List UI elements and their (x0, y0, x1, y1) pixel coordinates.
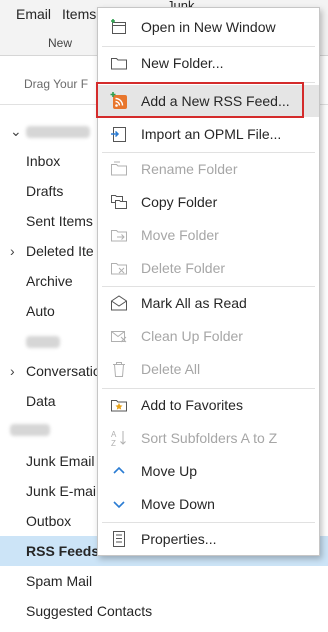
folder-label: Archive (26, 273, 73, 289)
opml-import-icon (111, 127, 126, 142)
menu-item-move-up[interactable]: Move Up (98, 455, 319, 487)
redacted-account-name (10, 424, 50, 437)
menu-item-label: Properties... (141, 531, 217, 547)
menu-item-properties[interactable]: Properties... (98, 523, 319, 555)
menu-item-label: Mark All as Read (141, 295, 247, 311)
folder-label: Drafts (26, 183, 64, 199)
redacted-account-name (26, 126, 90, 139)
rename-folder-icon (111, 161, 127, 176)
menu-item-sort-subfolders[interactable]: AZ Sort Subfolders A to Z (98, 422, 319, 454)
folder-label: Inbox (26, 153, 61, 169)
menu-item-rename-folder[interactable]: Rename Folder (98, 153, 319, 185)
menu-item-label: Move Down (141, 496, 215, 512)
menu-item-mark-all-as-read[interactable]: Mark All as Read (98, 287, 319, 319)
menu-item-move-folder[interactable]: Move Folder (98, 219, 319, 251)
properties-icon (113, 531, 125, 547)
menu-item-label: Delete All (141, 361, 201, 377)
folder-label: Suggested Contacts (26, 603, 153, 619)
sort-az-icon: AZ (111, 430, 126, 447)
delete-folder-icon (111, 263, 127, 275)
menu-item-label: Delete Folder (141, 260, 226, 276)
new-items-button[interactable]: Items (62, 6, 96, 22)
menu-item-label: Move Folder (141, 227, 219, 243)
folder-label: Auto (26, 303, 55, 319)
menu-item-delete-all[interactable]: Delete All (98, 353, 319, 385)
menu-item-label: New Folder... (141, 55, 224, 71)
folder-label: Conversatio (26, 363, 101, 379)
move-folder-icon (111, 230, 127, 242)
menu-item-clean-up-folder[interactable]: Clean Up Folder (98, 320, 319, 352)
folder-label: Spam Mail (26, 573, 93, 589)
new-email-button[interactable]: Email (16, 6, 51, 22)
svg-text:A: A (111, 430, 117, 439)
menu-item-label: Import an OPML File... (141, 126, 282, 142)
menu-item-delete-folder[interactable]: Delete Folder (98, 252, 319, 284)
new-window-icon (111, 19, 126, 34)
favorites-icon (111, 400, 127, 412)
menu-item-move-down[interactable]: Move Down (98, 488, 319, 520)
rss-add-icon (110, 92, 127, 109)
delete-all-icon (113, 362, 125, 377)
menu-item-label: Rename Folder (141, 161, 238, 177)
chevron-right-icon[interactable]: › (10, 356, 15, 386)
folder-context-menu: Open in New Window New Folder... Add a N… (96, 7, 320, 556)
chevron-expanded-icon: ⌄ (10, 123, 22, 139)
copy-folder-icon (111, 195, 127, 209)
menu-item-copy-folder[interactable]: Copy Folder (98, 186, 319, 218)
menu-item-label: Copy Folder (141, 194, 218, 210)
mark-read-icon (111, 295, 127, 311)
folder-icon (111, 58, 127, 70)
folder-label: Deleted Ite (26, 243, 94, 259)
svg-text:Z: Z (111, 439, 116, 447)
menu-item-label: Add to Favorites (141, 397, 243, 413)
redacted-folder-name (26, 336, 60, 349)
folder-label: Outbox (26, 513, 72, 529)
drag-hint: Drag Your F (24, 77, 89, 91)
menu-separator (102, 82, 315, 83)
folder-spam-mail[interactable]: Spam Mail (0, 566, 328, 596)
menu-item-label: Clean Up Folder (141, 328, 243, 344)
menu-item-open-in-new-window[interactable]: Open in New Window (98, 11, 319, 43)
move-up-icon (113, 466, 125, 474)
menu-item-label: Add a New RSS Feed... (141, 93, 290, 109)
menu-item-add-new-rss-feed[interactable]: Add a New RSS Feed... (96, 82, 319, 118)
menu-item-import-opml[interactable]: Import an OPML File... (98, 118, 319, 150)
folder-label: RSS Feeds (26, 543, 100, 559)
menu-item-label: Open in New Window (141, 19, 276, 35)
menu-item-new-folder[interactable]: New Folder... (98, 47, 319, 79)
menu-item-add-to-favorites[interactable]: Add to Favorites (98, 389, 319, 421)
clean-up-icon (111, 331, 127, 343)
folder-label: Junk E-mai (26, 483, 97, 499)
folder-suggested-contacts[interactable]: Suggested Contacts (0, 596, 328, 626)
move-down-icon (113, 501, 125, 509)
folder-label: Data (26, 393, 56, 409)
menu-item-label: Move Up (141, 463, 198, 479)
ribbon-group-new-label: New (48, 36, 73, 50)
chevron-right-icon[interactable]: › (10, 236, 15, 266)
folder-label: Junk Email (26, 453, 95, 469)
menu-item-label: Sort Subfolders A to Z (141, 430, 278, 446)
folder-label: Sent Items (26, 213, 93, 229)
